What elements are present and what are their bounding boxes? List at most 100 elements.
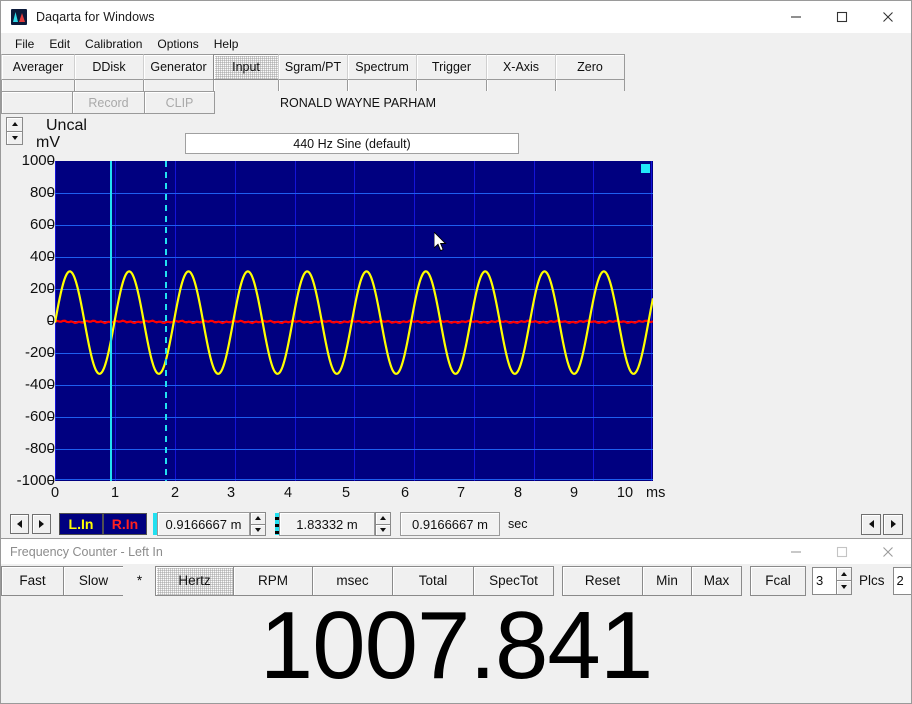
- channel-right-label: R.In: [112, 516, 138, 532]
- x-tick-label-9: 9: [554, 485, 594, 501]
- menu-item-help[interactable]: Help: [207, 36, 247, 52]
- cursor-prev-button[interactable]: [10, 514, 29, 534]
- gain-spin-down-button[interactable]: [6, 131, 23, 146]
- x-tick-label-1: 1: [95, 485, 135, 501]
- gain-label-line1: Uncal: [33, 117, 87, 134]
- tab-input[interactable]: Input: [213, 54, 279, 80]
- window-controls: [773, 1, 911, 33]
- channel-right-button[interactable]: R.In: [103, 513, 147, 535]
- frequency-counter-title: Frequency Counter - Left In: [10, 545, 163, 559]
- app-window: Daqarta for Windows File Edit Calibratio…: [0, 0, 912, 704]
- gain-label: Uncal mV: [33, 117, 87, 151]
- y-axis: 1000 800 600 400 200 0 -200 -400 -600 -8…: [1, 161, 55, 481]
- fc-rpm-button[interactable]: RPM: [233, 566, 313, 596]
- x-tick-label-6: 6: [385, 485, 425, 501]
- places-spin-up[interactable]: [836, 567, 852, 581]
- left-arrow-icon: [17, 520, 22, 528]
- main-cursor-spin-up[interactable]: [250, 512, 266, 524]
- minimize-button[interactable]: [773, 1, 819, 33]
- right-arrow-icon: [891, 520, 896, 528]
- spin-down-arrow-icon: [12, 136, 18, 140]
- main-cursor-value[interactable]: 0.9166667 m: [157, 512, 250, 536]
- menu-item-options[interactable]: Options: [150, 36, 206, 52]
- mouse-arrow-icon: [434, 232, 448, 258]
- clip-indicator[interactable]: CLIP: [144, 91, 215, 114]
- channel-left-label: L.In: [69, 516, 94, 532]
- fc-star-button[interactable]: *: [123, 566, 156, 596]
- main-cursor-spin-down[interactable]: [250, 524, 266, 537]
- tab-xaxis[interactable]: X-Axis: [486, 54, 556, 80]
- gain-spinner[interactable]: [6, 117, 23, 145]
- spin-up-arrow-icon: [12, 122, 18, 126]
- window-titlebar: Daqarta for Windows: [1, 1, 911, 33]
- main-cursor-line[interactable]: [110, 161, 112, 481]
- y-tick-mark-m200: [48, 353, 54, 354]
- record-button[interactable]: Record: [72, 91, 145, 114]
- fc-maximize-button[interactable]: [819, 539, 865, 564]
- user-name-label: RONALD WAYNE PARHAM: [214, 91, 436, 114]
- tab-zero[interactable]: Zero: [555, 54, 625, 80]
- cursor-next-button[interactable]: [32, 514, 51, 534]
- x-tick-label-2: 2: [155, 485, 195, 501]
- status-blank-button[interactable]: [1, 91, 73, 114]
- places-spin-down[interactable]: [836, 580, 852, 595]
- fc-slow-button[interactable]: Slow: [63, 566, 124, 596]
- waveform-plot[interactable]: [55, 161, 653, 481]
- fc-hertz-button[interactable]: Hertz: [155, 566, 234, 596]
- spin-up-arrow-icon: [255, 516, 261, 520]
- fc-total-button[interactable]: Total: [392, 566, 474, 596]
- menu-item-file[interactable]: File: [8, 36, 42, 52]
- spin-down-arrow-icon: [255, 528, 261, 532]
- fc-minimize-button[interactable]: [773, 539, 819, 564]
- places-secondary-input[interactable]: 2: [893, 567, 911, 595]
- x-tick-label-4: 4: [268, 485, 308, 501]
- channel-left-button[interactable]: L.In: [59, 513, 103, 535]
- y-tick-mark-m1000: [48, 480, 54, 481]
- close-button[interactable]: [865, 1, 911, 33]
- tab-spectrum[interactable]: Spectrum: [347, 54, 417, 80]
- fc-min-button[interactable]: Min: [642, 566, 692, 596]
- fc-spectot-button[interactable]: SpecTot: [473, 566, 554, 596]
- y-tick-mark-200: [48, 289, 54, 290]
- delta-cursor-line[interactable]: [165, 161, 167, 481]
- menu-item-edit[interactable]: Edit: [42, 36, 78, 52]
- fc-close-button[interactable]: [865, 539, 911, 564]
- fc-msec-button[interactable]: msec: [312, 566, 393, 596]
- fc-fcal-button[interactable]: Fcal: [750, 566, 806, 596]
- x-axis-unit-label: ms: [646, 485, 665, 501]
- generator-name-field[interactable]: 440 Hz Sine (default): [185, 133, 519, 154]
- y-tick-mark-800: [48, 193, 54, 194]
- gain-spin-up-button[interactable]: [6, 117, 23, 131]
- x-tick-label-0: 0: [35, 485, 75, 501]
- menu-item-calibration[interactable]: Calibration: [78, 36, 150, 52]
- scroll-prev-button[interactable]: [861, 514, 881, 535]
- places-input[interactable]: 3: [812, 567, 836, 595]
- delta-cursor-spin-down[interactable]: [375, 524, 391, 537]
- tab-ddisk[interactable]: DDisk: [74, 54, 144, 80]
- waveform-traces: [55, 161, 653, 481]
- tab-trigger[interactable]: Trigger: [416, 54, 487, 80]
- gain-label-line2: mV: [33, 134, 87, 151]
- frequency-counter-window-controls: [773, 539, 911, 564]
- plot-corner-marker: [641, 164, 650, 173]
- spin-down-arrow-icon: [841, 585, 847, 589]
- delta-cursor-spinner[interactable]: [375, 512, 391, 536]
- fc-reset-button[interactable]: Reset: [562, 566, 643, 596]
- spin-down-arrow-icon: [380, 528, 386, 532]
- main-tab-bar: Averager DDisk Generator Input Sgram/PT …: [1, 54, 911, 80]
- main-cursor-spinner[interactable]: [250, 512, 266, 536]
- delta-cursor-spin-up[interactable]: [375, 512, 391, 524]
- right-arrow-icon: [39, 520, 44, 528]
- maximize-button[interactable]: [819, 1, 865, 33]
- fc-fast-button[interactable]: Fast: [1, 566, 64, 596]
- tab-generator[interactable]: Generator: [143, 54, 214, 80]
- y-tick-mark-m800: [48, 449, 54, 450]
- tab-sgrampt[interactable]: Sgram/PT: [278, 54, 348, 80]
- scroll-next-button[interactable]: [883, 514, 903, 535]
- x-tick-label-10: 10: [605, 485, 645, 501]
- fc-max-button[interactable]: Max: [691, 566, 742, 596]
- places-spinner[interactable]: [836, 567, 852, 595]
- delta-cursor-value[interactable]: 1.83332 m: [279, 512, 375, 536]
- tab-averager[interactable]: Averager: [1, 54, 75, 80]
- menu-bar: File Edit Calibration Options Help: [1, 33, 911, 54]
